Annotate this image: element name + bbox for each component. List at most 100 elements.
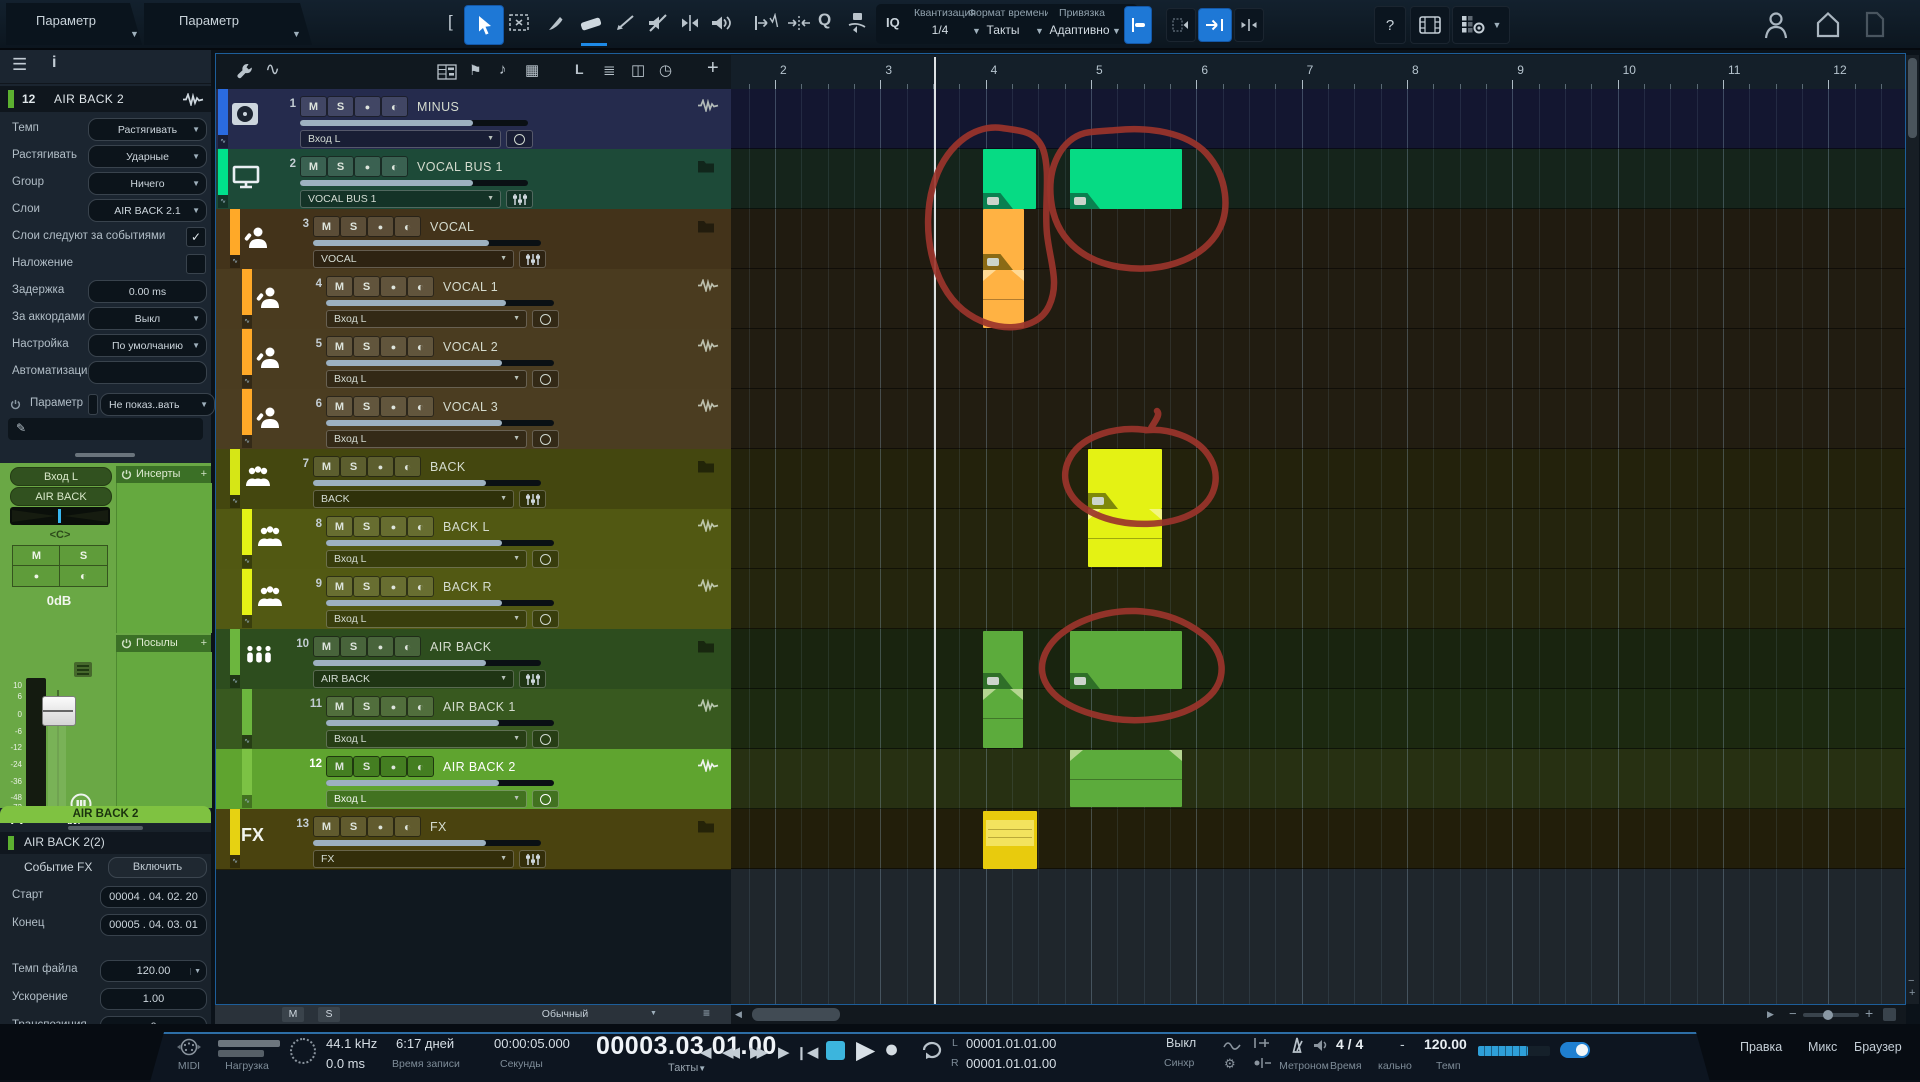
audio-clip[interactable] <box>1070 631 1182 689</box>
routing-icon[interactable]: ◫ <box>631 61 645 79</box>
rewind-button[interactable]: ◀◀ <box>722 1043 735 1061</box>
automation-mini-box[interactable]: ∿ <box>242 555 252 568</box>
mute-button[interactable]: M <box>313 456 340 477</box>
mute-button[interactable]: M <box>326 576 353 597</box>
solo-button[interactable]: S <box>327 156 354 177</box>
solo-button[interactable]: S <box>340 456 367 477</box>
audio-clip[interactable] <box>983 689 1023 748</box>
event-field-value[interactable]: 00004 . 04. 02. 20 <box>100 886 207 908</box>
record-arm-button[interactable]: ● <box>367 456 394 477</box>
track-row-air-back-2[interactable]: ∿12MS●◐AIR BACK 2Вход L▼ <box>215 749 731 810</box>
mute-button[interactable]: M <box>326 696 353 717</box>
monitor-ring-button[interactable] <box>532 790 559 808</box>
track-expand-left-icon[interactable] <box>753 13 779 33</box>
autoscroll-button[interactable] <box>1198 8 1232 42</box>
param-value-dropdown[interactable]: Растягивать▼ <box>88 118 207 141</box>
volume-slider[interactable] <box>313 660 541 666</box>
arrange-lane[interactable] <box>731 449 1906 509</box>
monitor-button[interactable]: ◐ <box>407 336 434 357</box>
track-row-air-back-1[interactable]: ∿11MS●◐AIR BACK 1Вход L▼ <box>215 689 731 750</box>
track-row-vocal-3[interactable]: ∿6MS●◐VOCAL 3Вход L▼ <box>215 389 731 450</box>
input-select-dropdown[interactable]: Вход L▼ <box>326 790 527 808</box>
input-select-dropdown[interactable]: BACK▼ <box>313 490 514 508</box>
param-value-dropdown[interactable]: Не показ..вать▼ <box>100 393 215 416</box>
automation-mini-box[interactable]: ∿ <box>218 135 228 148</box>
snap-toggle-button[interactable] <box>1124 6 1152 44</box>
arrange-lane[interactable] <box>731 89 1906 149</box>
solo-button[interactable]: S <box>353 696 380 717</box>
monitor-button[interactable]: ◐ <box>407 396 434 417</box>
track-row-vocal-bus-1[interactable]: ∿2MS●◐VOCAL BUS 1VOCAL BUS 1▼ <box>215 149 731 210</box>
timeformat-value[interactable]: Такты <box>968 23 1038 37</box>
channel-name-button[interactable]: AIR BACK <box>10 487 112 506</box>
arrange-lane[interactable] <box>731 689 1906 749</box>
mute-button[interactable]: M <box>326 516 353 537</box>
mute-tool-button[interactable] <box>646 13 670 33</box>
arrow-tool-button[interactable] <box>464 5 504 45</box>
input-select-dropdown[interactable]: FX▼ <box>313 850 514 868</box>
mute-button[interactable]: M <box>300 156 327 177</box>
param-value-dropdown[interactable]: По умолчанию▼ <box>88 334 207 357</box>
volume-slider[interactable] <box>326 600 554 606</box>
event-fx-enable-button[interactable]: Включить <box>108 857 207 878</box>
audio-clip[interactable] <box>983 209 1024 270</box>
tempo-mode[interactable]: - <box>1400 1036 1405 1052</box>
mini-solo-button[interactable]: S <box>318 1007 340 1022</box>
param-checkbox[interactable] <box>186 254 206 274</box>
prev-marker-button[interactable]: ◀ <box>700 1043 712 1061</box>
track-row-fx[interactable]: ∿FX13MS●◐FXFX▼ <box>215 809 731 870</box>
fit-zoom-button[interactable] <box>1883 1008 1896 1021</box>
metronome-settings-icon[interactable] <box>1312 1036 1330 1054</box>
monitor-button[interactable]: ◐ <box>394 216 421 237</box>
plus-icon[interactable]: + <box>201 468 207 480</box>
solo-button[interactable]: S <box>353 516 380 537</box>
automation-mini-box[interactable]: ∿ <box>242 435 252 448</box>
mini-knob-icon[interactable] <box>74 662 92 677</box>
listen-tool-button[interactable] <box>709 13 735 33</box>
track-row-minus[interactable]: ∿1MS●◐MINUSВход L▼ <box>215 89 731 150</box>
monitor-button[interactable]: ◐ <box>407 576 434 597</box>
q-quantize-tool[interactable]: Q <box>818 10 831 30</box>
audio-clip[interactable] <box>983 270 1024 328</box>
solo-button[interactable]: S <box>59 545 108 567</box>
solo-button[interactable]: S <box>353 396 380 417</box>
record-arm-button[interactable]: ● <box>367 636 394 657</box>
video-button[interactable] <box>1410 6 1450 44</box>
volume-slider[interactable] <box>326 540 554 546</box>
snap-value[interactable]: Адаптивно <box>1042 23 1117 37</box>
param-value-dropdown[interactable]: AIR BACK 2.1▼ <box>88 199 207 222</box>
volume-slider[interactable] <box>300 120 528 126</box>
record-arm-button[interactable]: ● <box>354 156 381 177</box>
audio-clip[interactable] <box>983 811 1037 869</box>
layers-icon[interactable]: ≣ <box>603 61 616 79</box>
automation-mini-box[interactable]: ∿ <box>230 255 240 268</box>
solo-button[interactable]: S <box>327 96 354 117</box>
record-arm-button[interactable]: ● <box>380 756 407 777</box>
fader-handle[interactable] <box>42 696 76 726</box>
track-row-back-l[interactable]: ∿8MS●◐BACK LВход L▼ <box>215 509 731 570</box>
input-select-dropdown[interactable]: Вход L▼ <box>326 430 527 448</box>
volume-slider[interactable] <box>326 420 554 426</box>
mute-button[interactable]: M <box>12 545 61 567</box>
mixer-channel-button[interactable] <box>506 190 533 208</box>
preroll-icon[interactable] <box>1222 1037 1242 1051</box>
bend-tool-button[interactable] <box>679 13 701 33</box>
param-value-dropdown[interactable]: Выкл▼ <box>88 307 207 330</box>
inspector-menu-icon[interactable]: ☰ <box>12 55 27 75</box>
audio-clip[interactable] <box>1088 449 1162 509</box>
automation-mini-box[interactable]: ∿ <box>230 855 240 868</box>
info-icon[interactable]: i <box>52 54 56 72</box>
range-tool-button[interactable] <box>508 13 532 33</box>
notes-button[interactable]: ✎ <box>8 418 203 440</box>
next-marker-button[interactable]: ▶ <box>778 1043 790 1061</box>
track-mode-dropdown[interactable]: Обычный <box>470 1007 660 1022</box>
loop-end[interactable]: 00001.01.01.00 <box>966 1056 1056 1071</box>
param-dropdown-right[interactable]: Параметр ▼ <box>144 3 312 45</box>
param-value-dropdown[interactable]: Ударные▼ <box>88 145 207 168</box>
track-expand-both-icon[interactable] <box>786 13 812 33</box>
audio-clip[interactable] <box>1070 149 1182 209</box>
monitor-ring-button[interactable] <box>532 310 559 328</box>
solo-button[interactable]: S <box>340 636 367 657</box>
event-field-value[interactable]: 1.00 <box>100 988 207 1010</box>
arrange-lane[interactable] <box>731 569 1906 629</box>
